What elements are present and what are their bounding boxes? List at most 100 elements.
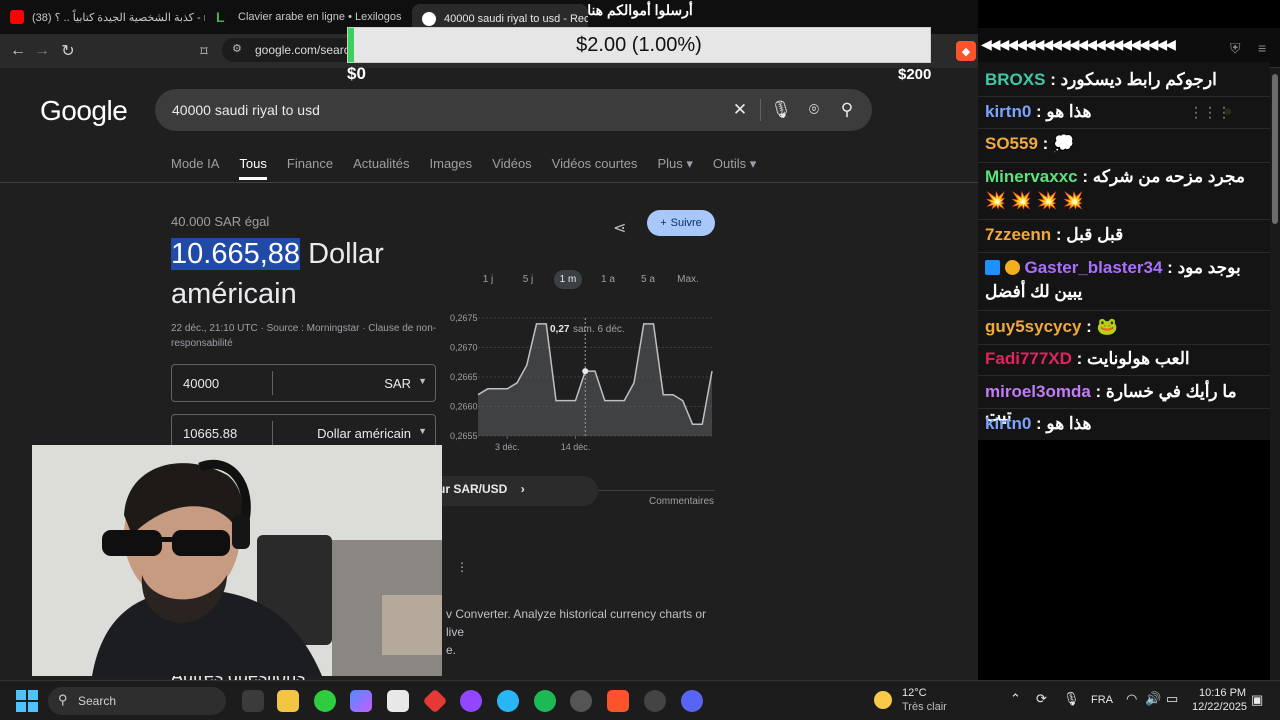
chat-user[interactable]: kirtn0: [985, 102, 1031, 121]
brave-icon[interactable]: [607, 690, 629, 712]
tab-youtube[interactable]: (38) كذبة الشخصية الجيدة كتابياً .. ؟ - …: [0, 4, 205, 30]
to-currency-select[interactable]: Dollar américain: [317, 426, 411, 441]
menu-icon[interactable]: ≡: [1258, 40, 1266, 56]
range-1m[interactable]: 1 m: [554, 270, 582, 289]
chevron-down-icon[interactable]: ▼: [418, 376, 427, 386]
chat-user[interactable]: kirtn0: [985, 414, 1031, 433]
field-separator: [272, 421, 273, 445]
range-1y[interactable]: 1 a: [588, 270, 628, 289]
exchange-rate-chart[interactable]: 0,2675 0,2670 0,2665 0,2660 0,2655 0,27 sam. 6…: [440, 308, 720, 458]
notification-icon[interactable]: ▣: [1251, 692, 1263, 708]
forward-icon[interactable]: →: [32, 41, 52, 61]
app-icon-blue[interactable]: [497, 690, 519, 712]
from-currency-select[interactable]: SAR: [384, 376, 411, 391]
windows-start-icon[interactable]: [16, 690, 38, 712]
file-explorer-icon[interactable]: [277, 690, 299, 712]
search-icon[interactable]: ⚲: [836, 99, 858, 121]
clock-time[interactable]: 10:16 PM: [1199, 687, 1246, 699]
media-player-icon[interactable]: [570, 690, 592, 712]
chat-user[interactable]: Fadi777XD: [985, 349, 1072, 368]
to-amount[interactable]: 10665.88: [183, 426, 237, 441]
chat-user[interactable]: BROXS: [985, 70, 1045, 89]
search-input[interactable]: 40000 saudi riyal to usd ✕ 🎙 ⌾ ⚲: [155, 89, 872, 131]
range-1d[interactable]: 1 j: [468, 270, 508, 289]
shield-icon[interactable]: ⛨: [1230, 40, 1241, 57]
tab-images[interactable]: Images: [430, 156, 473, 180]
x-tick-label: 3 déc.: [495, 442, 520, 452]
twitch-icon[interactable]: [460, 690, 482, 712]
app-icon-red[interactable]: [422, 688, 448, 714]
tab-mode-ia[interactable]: Mode IA: [171, 156, 219, 180]
chat-divider: [978, 162, 1270, 163]
more-options-icon[interactable]: ⋮: [456, 560, 468, 574]
clock-date[interactable]: 12/22/2025: [1192, 701, 1247, 713]
tab-finance[interactable]: Finance: [287, 156, 333, 180]
chat-message: BROXS : ارجوكم رابط ديسكورد: [985, 70, 1217, 89]
range-max[interactable]: Max.: [668, 270, 708, 289]
share-icon[interactable]: ⋖: [613, 218, 633, 238]
volume-icon[interactable]: 🔊: [1145, 691, 1161, 707]
brave-shield-icon[interactable]: ◆: [956, 41, 976, 61]
donation-amount: $2.00 (1.00%): [576, 34, 702, 56]
battery-icon[interactable]: ▭: [1166, 691, 1178, 707]
app-icon-gray[interactable]: [644, 690, 666, 712]
follow-button[interactable]: + Suivre: [647, 210, 715, 236]
chat-user[interactable]: miroel3omda: [985, 382, 1091, 401]
language-indicator[interactable]: FRA: [1091, 694, 1113, 706]
bookmark-icon[interactable]: ⌑: [194, 41, 214, 61]
search-query: 40000 saudi riyal to usd: [172, 102, 320, 118]
spotify-icon[interactable]: [534, 690, 556, 712]
webcam-feed: [32, 445, 442, 676]
tab-tous[interactable]: Tous: [239, 156, 267, 180]
sync-icon[interactable]: ⟳: [1036, 691, 1047, 707]
microphone-icon[interactable]: 🎙: [1063, 691, 1080, 707]
tab-videos[interactable]: Vidéos: [492, 156, 532, 180]
plus-icon: +: [660, 217, 667, 229]
chevron-down-icon[interactable]: ▼: [418, 426, 427, 436]
chat-message: Minervaxxc : مجرد مزحه من شركه 💥 💥 💥 💥: [985, 167, 1245, 210]
from-currency-field[interactable]: 40000 SAR ▼: [171, 364, 436, 402]
tab-videos-courtes[interactable]: Vidéos courtes: [552, 156, 638, 180]
chat-divider: [978, 310, 1270, 311]
tab-plus[interactable]: Plus ▾: [657, 156, 692, 180]
donation-min: $0: [347, 64, 366, 83]
store-icon[interactable]: [387, 690, 409, 712]
google-logo[interactable]: Google: [40, 95, 128, 127]
range-5y[interactable]: 5 a: [628, 270, 668, 289]
site-info-icon[interactable]: ⚙: [232, 42, 242, 55]
comments-link[interactable]: Commentaires: [649, 496, 714, 507]
search-tabs: Mode IA Tous Finance Actualités Images V…: [171, 156, 756, 180]
app-icon-green[interactable]: [314, 690, 336, 712]
copilot-icon[interactable]: [350, 690, 372, 712]
chat-user[interactable]: Minervaxxc: [985, 167, 1078, 186]
weather-temp[interactable]: 12°C: [902, 687, 927, 699]
chat-user[interactable]: Gaster_blaster34: [1024, 258, 1162, 277]
chevron-up-icon[interactable]: ⌃: [1010, 691, 1021, 707]
weather-desc[interactable]: Très clair: [902, 701, 947, 713]
tooltip-point: [582, 368, 589, 375]
snippet-text: v Converter. Analyze historical currency…: [446, 607, 707, 639]
clear-icon[interactable]: ✕: [729, 99, 751, 121]
back-icon[interactable]: ←: [8, 41, 28, 61]
microphone-icon[interactable]: 🎙: [770, 99, 792, 121]
y-tick-label: 0,2665: [450, 372, 478, 382]
chat-user[interactable]: 7zzeenn: [985, 225, 1051, 244]
tab-outils[interactable]: Outils ▾: [713, 156, 756, 180]
reload-icon[interactable]: ↻: [58, 41, 78, 61]
lens-icon[interactable]: ⌾: [803, 99, 825, 121]
chat-user[interactable]: SO559: [985, 134, 1038, 153]
chat-user[interactable]: guy5sycycy: [985, 317, 1081, 336]
task-view-icon[interactable]: [242, 690, 264, 712]
range-5d[interactable]: 5 j: [508, 270, 548, 289]
wifi-icon[interactable]: ◠: [1126, 691, 1137, 707]
discord-icon[interactable]: [681, 690, 703, 712]
from-amount[interactable]: 40000: [183, 376, 219, 391]
chat-message: Fadi777XD : العب هولونايت: [985, 349, 1190, 368]
weather-icon[interactable]: [874, 691, 892, 709]
source-disclaimer[interactable]: 22 déc., 21:10 UTC · Source : Morningsta…: [171, 321, 441, 351]
chat-scrollbar-thumb[interactable]: [1272, 74, 1278, 224]
taskbar-search[interactable]: ⚲ Search: [48, 687, 226, 715]
pair-link[interactable]: ur SAR/USD ›: [430, 476, 598, 506]
tooltip-date: sam. 6 déc.: [573, 324, 625, 335]
tab-actualites[interactable]: Actualités: [353, 156, 409, 180]
